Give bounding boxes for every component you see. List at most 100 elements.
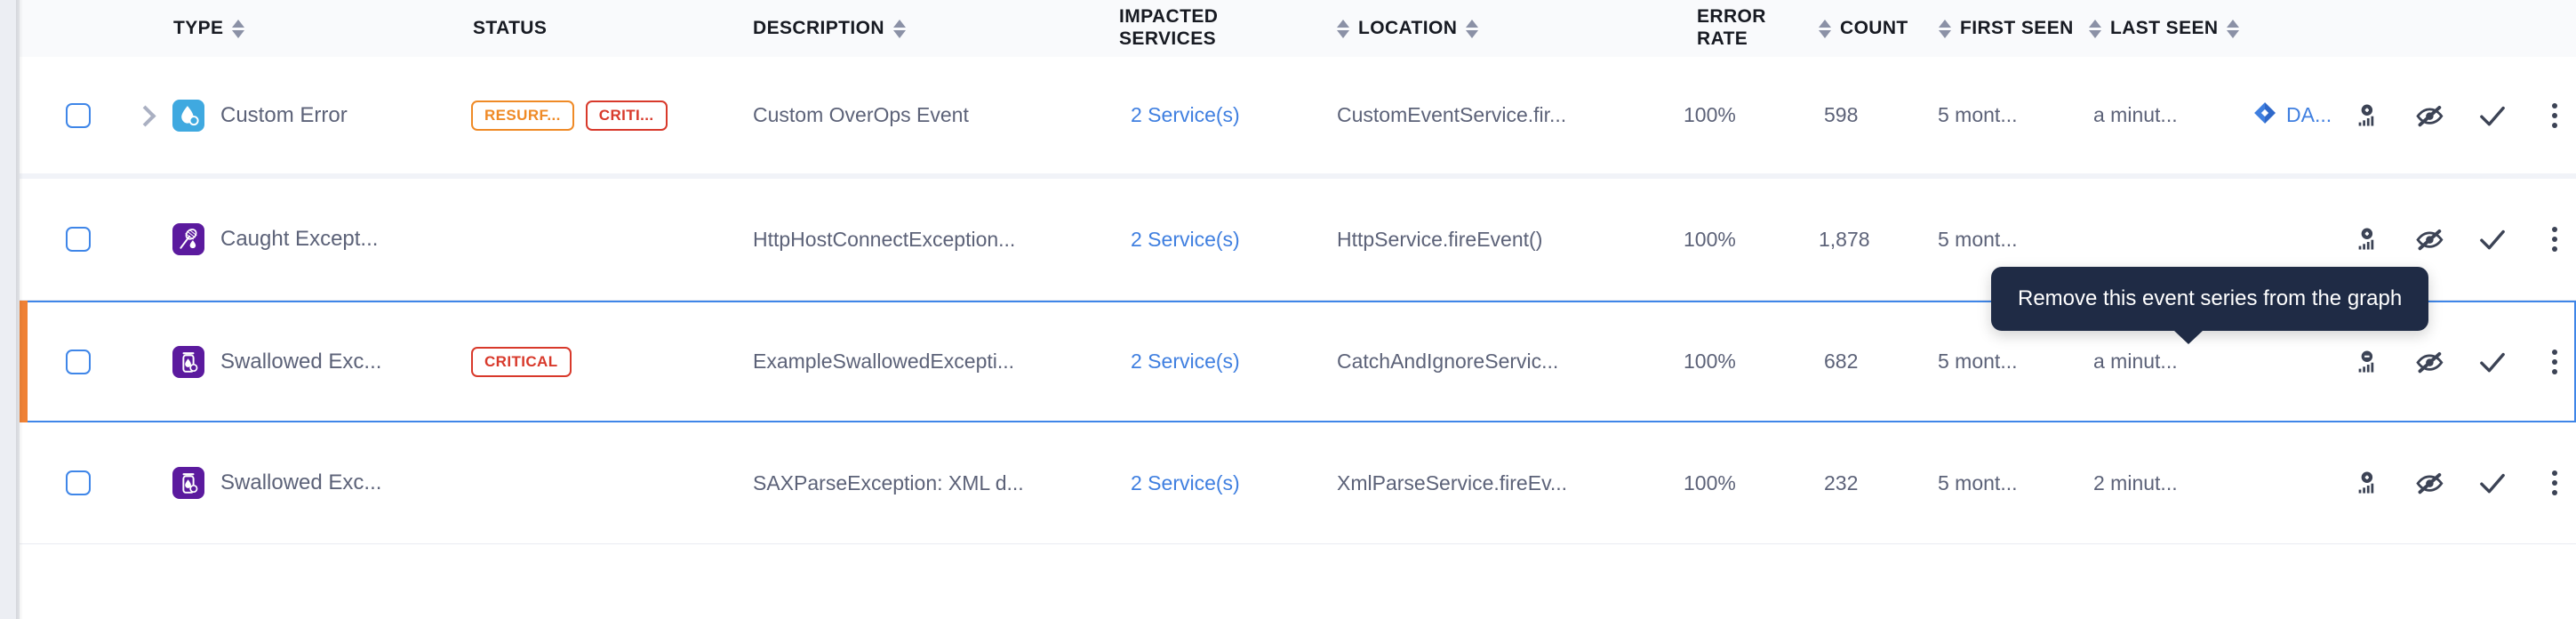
row-jira-link[interactable]: DA...: [2253, 57, 2332, 173]
row-impacted-services-link[interactable]: 2 Service(s): [1131, 57, 1240, 173]
row-error-rate: 100%: [1684, 103, 1736, 126]
left-gutter-shadow: [16, 0, 23, 619]
hide-event-icon[interactable]: [2415, 468, 2445, 498]
swallowed-exception-icon: [172, 345, 204, 378]
status-badge[interactable]: CRITI...: [585, 100, 668, 131]
jira-icon: [2253, 101, 2276, 130]
row-checkbox[interactable]: [66, 422, 91, 543]
resolve-check-icon[interactable]: [2477, 347, 2508, 377]
column-header-first-seen-label: FIRST SEEN: [1960, 18, 2074, 38]
table-row[interactable]: Custom Error RESURF... CRITI... Custom O…: [20, 57, 2576, 179]
graph-toggle-icon[interactable]: [2353, 468, 2383, 498]
row-count: 232: [1824, 470, 1859, 494]
hide-event-icon[interactable]: [2415, 224, 2445, 254]
more-options-icon[interactable]: [2540, 100, 2570, 131]
graph-toggle-tooltip: Remove this event series from the graph: [1991, 267, 2429, 344]
swallowed-exception-icon: [172, 467, 204, 499]
graph-toggle-icon[interactable]: [2353, 224, 2383, 254]
column-header-last-seen[interactable]: LAST SEEN: [2089, 0, 2240, 57]
resolve-check-icon[interactable]: [2477, 224, 2508, 254]
table-row[interactable]: Swallowed Exc... SAXParseException: XML …: [20, 422, 2576, 544]
row-count: 682: [1824, 350, 1859, 373]
row-status: RESURF... CRITI...: [471, 57, 668, 173]
row-type-label: Caught Except...: [220, 227, 379, 251]
row-first-seen: 5 mont...: [1938, 103, 2018, 126]
more-options-icon[interactable]: [2540, 468, 2570, 498]
resolve-check-icon[interactable]: [2477, 468, 2508, 498]
column-header-status[interactable]: STATUS: [473, 0, 547, 57]
column-header-status-label: STATUS: [473, 18, 548, 38]
row-error-rate: 100%: [1684, 350, 1736, 373]
column-header-type-label: TYPE: [173, 18, 224, 38]
sort-toggle-type-icon[interactable]: [232, 19, 245, 38]
caught-exception-icon: [172, 223, 204, 255]
column-header-location[interactable]: LOCATION: [1337, 0, 1479, 57]
more-options-icon[interactable]: [2540, 347, 2570, 377]
row-actions: [2353, 422, 2570, 543]
sort-toggle-description-icon[interactable]: [892, 19, 906, 38]
column-header-last-seen-label: LAST SEEN: [2110, 18, 2219, 38]
hide-event-icon[interactable]: [2415, 347, 2445, 377]
row-location: XmlParseService.fireEv...: [1337, 470, 1568, 494]
row-type: Swallowed Exc...: [172, 302, 381, 421]
sort-toggle-location-icon[interactable]: [1466, 19, 1479, 38]
row-description: HttpHostConnectException...: [753, 227, 1016, 251]
sort-toggle-count-icon[interactable]: [1819, 19, 1831, 38]
sort-toggle-last-seen-before-icon[interactable]: [2089, 19, 2101, 38]
row-last-seen: a minut...: [2093, 103, 2178, 126]
row-count: 1,878: [1819, 227, 1870, 251]
column-header-impacted-line2: SERVICES: [1119, 28, 1217, 49]
custom-error-icon: [172, 99, 204, 132]
row-last-seen: 2 minut...: [2093, 470, 2178, 494]
column-header-description-label: DESCRIPTION: [753, 18, 884, 38]
row-type-label: Swallowed Exc...: [220, 470, 382, 494]
row-first-seen: 5 mont...: [1938, 470, 2018, 494]
status-badge[interactable]: CRITICAL: [471, 346, 572, 377]
row-expand-chevron-icon[interactable]: [133, 57, 156, 173]
table-header-row: TYPE STATUS DESCRIPTION IMPACTED SERVICE…: [20, 0, 2576, 57]
row-description: ExampleSwallowedExcepti...: [753, 350, 1015, 373]
row-description: SAXParseException: XML d...: [753, 470, 1024, 494]
graph-toggle-icon[interactable]: [2353, 100, 2383, 131]
column-header-description[interactable]: DESCRIPTION: [753, 0, 906, 57]
row-count: 598: [1824, 103, 1859, 126]
column-header-count-label: COUNT: [1840, 18, 1908, 38]
row-description: Custom OverOps Event: [753, 103, 969, 126]
row-checkbox[interactable]: [66, 302, 91, 421]
row-status: CRITICAL: [471, 302, 572, 421]
column-header-error-rate: ERROR RATE: [1697, 0, 1766, 57]
row-error-rate: 100%: [1684, 227, 1736, 251]
column-header-count[interactable]: COUNT: [1819, 0, 1908, 57]
events-table-screen: TYPE STATUS DESCRIPTION IMPACTED SERVICE…: [0, 0, 2576, 619]
resolve-check-icon[interactable]: [2477, 100, 2508, 131]
row-type: Swallowed Exc...: [172, 422, 381, 543]
row-type: Custom Error: [172, 57, 348, 173]
column-header-location-label: LOCATION: [1358, 18, 1458, 38]
row-actions: [2353, 57, 2570, 173]
row-checkbox[interactable]: [66, 179, 91, 300]
column-header-impacted-line1: IMPACTED: [1119, 6, 1219, 28]
row-location: HttpService.fireEvent(): [1337, 227, 1543, 251]
row-type-label: Swallowed Exc...: [220, 349, 382, 374]
row-checkbox[interactable]: [66, 57, 91, 173]
column-header-impacted-services: IMPACTED SERVICES: [1119, 0, 1218, 57]
column-header-first-seen[interactable]: FIRST SEEN: [1939, 0, 2074, 57]
row-impacted-services-link[interactable]: 2 Service(s): [1131, 179, 1240, 300]
column-header-type[interactable]: TYPE: [173, 0, 245, 57]
status-badge[interactable]: RESURF...: [471, 100, 574, 131]
column-header-error-rate-line1: ERROR: [1697, 6, 1766, 28]
row-impacted-services-link[interactable]: 2 Service(s): [1131, 422, 1240, 543]
row-type-label: Custom Error: [220, 102, 348, 127]
graph-toggle-icon[interactable]: [2353, 347, 2383, 377]
row-error-rate: 100%: [1684, 470, 1736, 494]
jira-ticket-label: DA...: [2286, 103, 2332, 126]
row-type: Caught Except...: [172, 179, 378, 300]
row-location: CatchAndIgnoreServic...: [1337, 350, 1559, 373]
column-header-error-rate-line2: RATE: [1697, 28, 1748, 49]
more-options-icon[interactable]: [2540, 224, 2570, 254]
row-impacted-services-link[interactable]: 2 Service(s): [1131, 302, 1240, 421]
hide-event-icon[interactable]: [2415, 100, 2445, 131]
sort-toggle-last-seen-icon[interactable]: [2227, 19, 2240, 38]
sort-toggle-first-seen-icon[interactable]: [1939, 19, 1951, 38]
sort-toggle-location-before-icon[interactable]: [1337, 19, 1349, 38]
